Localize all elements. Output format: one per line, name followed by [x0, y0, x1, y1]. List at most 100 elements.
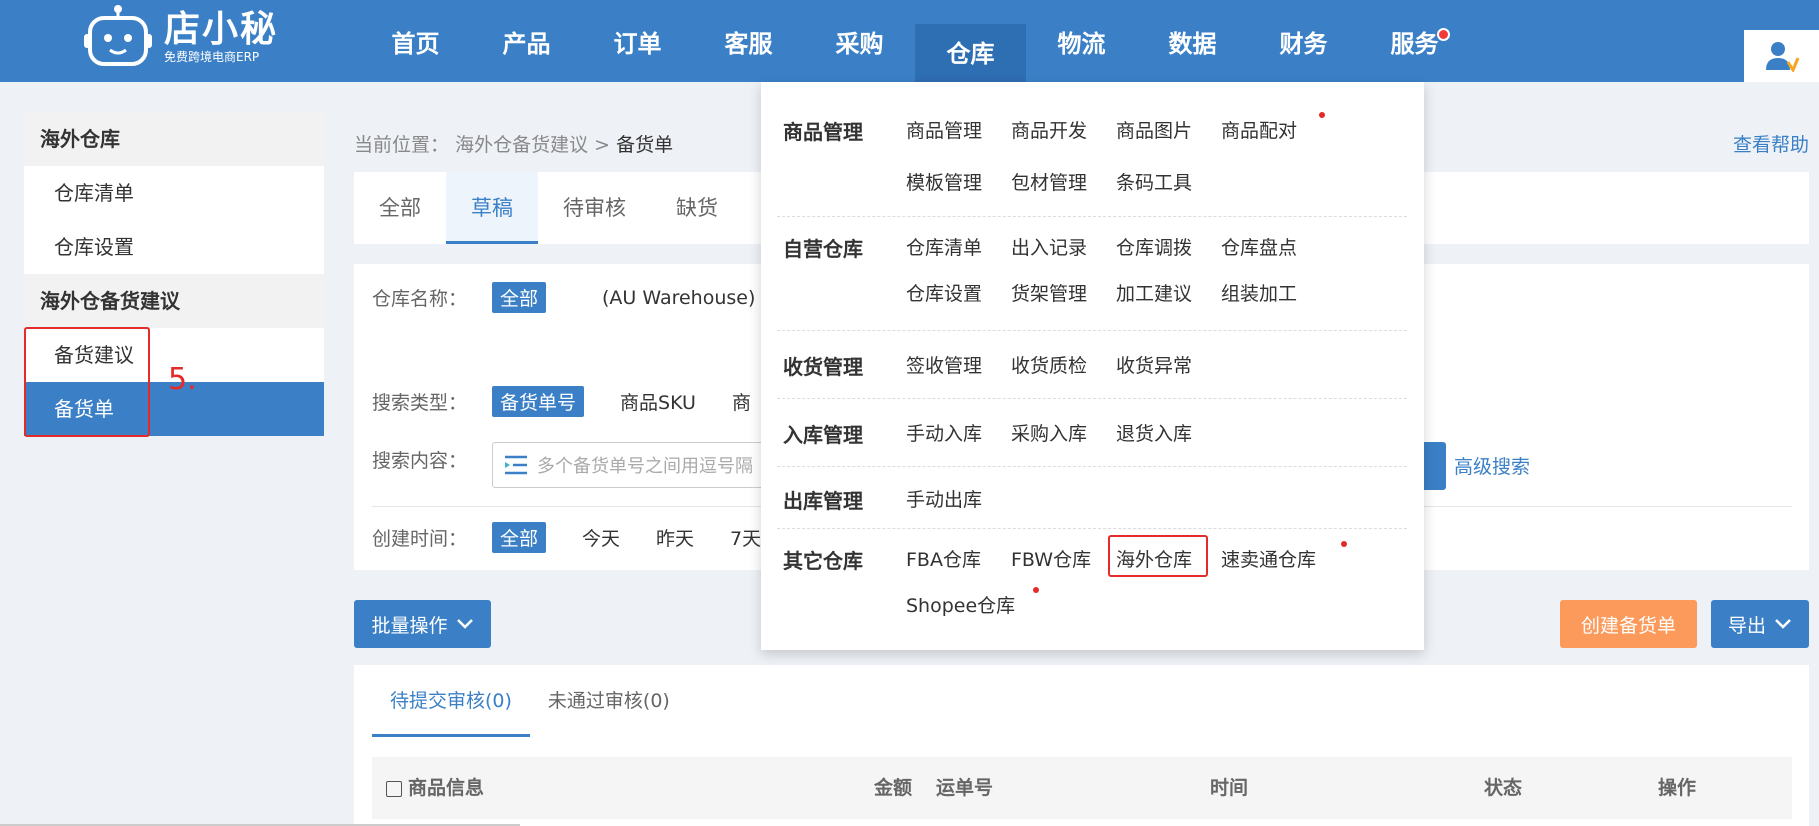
select-all-checkbox[interactable] [386, 780, 402, 797]
nav-home[interactable]: 首页 [360, 0, 471, 82]
user-avatar-icon [1765, 42, 1799, 72]
breadcrumb-current: 备货单 [616, 134, 674, 156]
search-placeholder: 多个备货单号之间用逗号隔 [537, 456, 753, 477]
dd-link-purchase-inbound[interactable]: 采购入库 [1011, 419, 1087, 446]
dd-link-product-pairing[interactable]: 商品配对 [1221, 116, 1297, 143]
dd-link-product-mgmt[interactable]: 商品管理 [906, 116, 982, 143]
dd-link-return-inbound[interactable]: 退货入库 [1116, 419, 1192, 446]
user-menu[interactable] [1744, 30, 1819, 82]
sidebar-item-warehouse-list[interactable]: 仓库清单 [24, 166, 324, 220]
filter-created-7days[interactable]: 7天 [730, 524, 761, 551]
dd-link-manual-outbound[interactable]: 手动出库 [906, 485, 982, 512]
nav-data[interactable]: 数据 [1137, 0, 1248, 82]
brand-subtitle: 免费跨境电商ERP [164, 50, 260, 64]
th-action: 操作 [1658, 777, 1697, 799]
highlight-box-overseas [1108, 535, 1208, 577]
dd-category-title: 出库管理 [783, 489, 863, 513]
dd-link-packaging[interactable]: 包材管理 [1011, 168, 1087, 195]
nav-services[interactable]: 服务 [1359, 0, 1470, 82]
export-label: 导出 [1727, 614, 1766, 637]
breadcrumb: 当前位置： 海外仓备货建议 > 备货单 [354, 130, 673, 157]
tab-pending-submit[interactable]: 待提交审核(0) [372, 665, 530, 737]
dd-link-sign-for[interactable]: 签收管理 [906, 351, 982, 378]
nav-purchase[interactable]: 采购 [804, 0, 915, 82]
notification-dot-icon [1437, 28, 1450, 41]
th-product: 商品信息 [386, 757, 484, 819]
dd-category-title: 自营仓库 [783, 237, 863, 261]
nav-services-label: 服务 [1390, 29, 1439, 58]
nav-warehouse[interactable]: 仓库 [915, 24, 1026, 82]
breadcrumb-parent[interactable]: 海外仓备货建议 [455, 134, 588, 156]
nav-logistics[interactable]: 物流 [1026, 0, 1137, 82]
dd-section-receiving: 收货管理 签收管理 收货质检 收货异常 [777, 331, 1407, 399]
dd-link-warehouse-list[interactable]: 仓库清单 [906, 233, 982, 260]
dd-link-barcode[interactable]: 条码工具 [1116, 168, 1192, 195]
dd-link-fba[interactable]: FBA仓库 [906, 545, 981, 572]
th-product-label: 商品信息 [408, 777, 485, 799]
tab-all[interactable]: 全部 [354, 172, 446, 244]
batch-actions-button[interactable]: 批量操作 [354, 600, 491, 648]
filter-created-today[interactable]: 今天 [582, 524, 620, 551]
filter-search-type-row: 搜索类型： 备货单号 商品SKU 商 [372, 386, 751, 417]
tab-rejected[interactable]: 未通过审核(0) [530, 665, 688, 737]
dd-link-templates[interactable]: 模板管理 [906, 168, 982, 195]
filter-type-order-no[interactable]: 备货单号 [492, 386, 585, 417]
filter-created-yesterday[interactable]: 昨天 [656, 524, 694, 551]
dd-category-title: 入库管理 [783, 423, 863, 447]
tab-pending-review[interactable]: 待审核 [538, 172, 651, 244]
logo[interactable]: 店小秘 免费跨境电商ERP [82, 4, 278, 70]
dd-category-title: 商品管理 [783, 120, 863, 144]
dd-section-inbound: 入库管理 手动入库 采购入库 退货入库 [777, 399, 1407, 467]
sidebar-group-stock-suggestion: 海外仓备货建议 [24, 274, 324, 328]
chevron-down-icon [456, 619, 473, 629]
dd-link-shopee[interactable]: Shopee仓库 [906, 591, 1015, 618]
dd-link-product-images[interactable]: 商品图片 [1116, 116, 1192, 143]
filter-type-sku[interactable]: 商品SKU [620, 388, 696, 415]
dd-link-shelves[interactable]: 货架管理 [1011, 279, 1087, 306]
filter-warehouse-row: 仓库名称： 全部 (AU Warehouse) [372, 282, 755, 313]
new-dot-icon [1033, 587, 1039, 593]
dd-link-aliexpress[interactable]: 速卖通仓库 [1221, 545, 1316, 572]
nav-finance[interactable]: 财务 [1248, 0, 1359, 82]
tab-draft[interactable]: 草稿 [446, 172, 538, 244]
dd-link-transfer[interactable]: 仓库调拨 [1116, 233, 1192, 260]
dd-link-warehouse-settings[interactable]: 仓库设置 [906, 279, 982, 306]
new-dot-icon [1319, 112, 1325, 118]
nav-products[interactable]: 产品 [471, 0, 582, 82]
brand-name: 店小秘 [164, 9, 279, 50]
filter-warehouse-au[interactable]: (AU Warehouse) [602, 287, 755, 309]
dd-link-receiving-exception[interactable]: 收货异常 [1116, 351, 1192, 378]
filter-search-content-label: 搜索内容： [372, 450, 468, 472]
dd-link-quality-check[interactable]: 收货质检 [1011, 351, 1087, 378]
chevron-down-icon [1775, 619, 1791, 629]
dd-section-own-warehouse: 自营仓库 仓库清单 出入记录 仓库调拨 仓库盘点 仓库设置 货架管理 加工建议 … [777, 217, 1407, 331]
dd-category-title: 其它仓库 [783, 549, 863, 573]
filter-warehouse-all[interactable]: 全部 [492, 282, 547, 313]
main-nav: 首页 产品 订单 客服 采购 仓库 物流 数据 财务 服务 [360, 0, 1470, 82]
filter-created-all[interactable]: 全部 [492, 522, 547, 553]
nav-orders[interactable]: 订单 [582, 0, 693, 82]
th-status: 状态 [1484, 777, 1523, 799]
tab-out-of-stock[interactable]: 缺货 [651, 172, 743, 244]
create-stock-order-button[interactable]: 创建备货单 [1560, 600, 1697, 648]
advanced-search-link[interactable]: 高级搜索 [1454, 452, 1530, 479]
th-waybill: 运单号 [936, 777, 994, 799]
highlight-box-sidebar [24, 327, 150, 437]
dd-link-product-dev[interactable]: 商品开发 [1011, 116, 1087, 143]
batch-actions-label: 批量操作 [371, 614, 448, 637]
dd-link-fbw[interactable]: FBW仓库 [1011, 545, 1091, 572]
dd-link-processing-suggestion[interactable]: 加工建议 [1116, 279, 1192, 306]
dd-link-stocktake[interactable]: 仓库盘点 [1221, 233, 1297, 260]
nav-customer-service[interactable]: 客服 [693, 0, 804, 82]
filter-type-product[interactable]: 商 [732, 388, 751, 415]
dd-section-other-warehouses: 其它仓库 FBA仓库 FBW仓库 海外仓库 速卖通仓库 Shopee仓库 [777, 529, 1407, 650]
dd-link-inout-records[interactable]: 出入记录 [1011, 233, 1087, 260]
step-annotation: 5. [168, 362, 197, 397]
dd-link-manual-inbound[interactable]: 手动入库 [906, 419, 982, 446]
dd-link-assembly[interactable]: 组装加工 [1221, 279, 1297, 306]
list-icon [505, 455, 527, 475]
help-link[interactable]: 查看帮助 [1733, 130, 1809, 157]
sidebar-item-warehouse-settings[interactable]: 仓库设置 [24, 220, 324, 274]
export-button[interactable]: 导出 [1711, 600, 1809, 648]
robot-logo-icon [82, 4, 154, 70]
